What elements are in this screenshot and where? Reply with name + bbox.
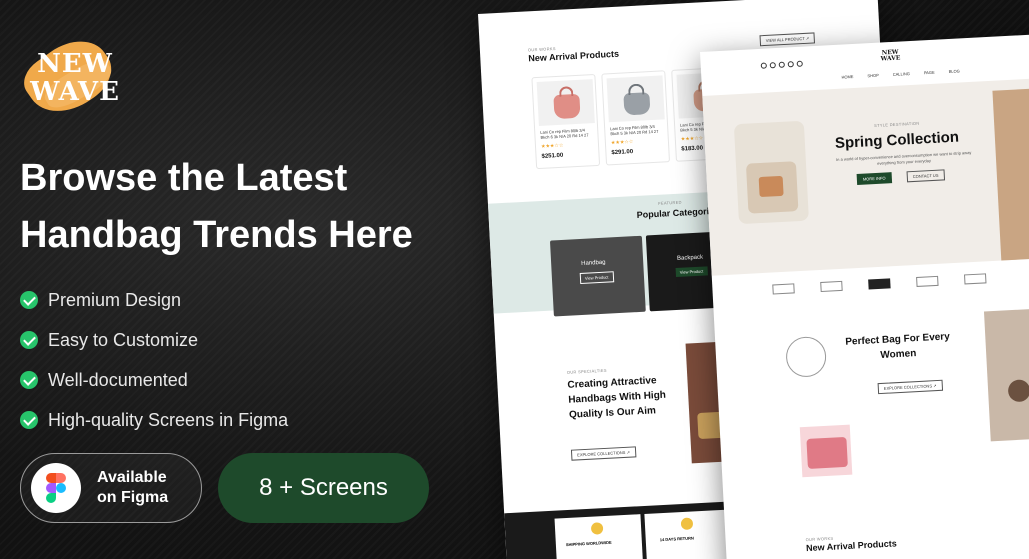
shipping-icon xyxy=(590,522,604,535)
natural-badge-icon xyxy=(785,335,828,378)
view-product-button[interactable]: View Product xyxy=(579,271,614,285)
social-icon[interactable] xyxy=(796,60,803,67)
category-card-handbag[interactable]: Handbag View Product xyxy=(549,235,646,317)
figma-logo-icon xyxy=(31,463,81,513)
product-image xyxy=(536,79,595,126)
hero-title: Spring Collection xyxy=(834,128,960,153)
feature-label: Easy to Customize xyxy=(48,329,199,350)
product-rating: ★★★☆☆ xyxy=(680,135,704,143)
feature-label: Well-documented xyxy=(48,369,188,390)
view-all-products-button[interactable]: VIEW ALL PRODUCT ↗ xyxy=(759,32,816,47)
figma-label-line-1: Available xyxy=(97,469,167,486)
product-rating: ★★★☆☆ xyxy=(540,142,564,150)
feature-item: Easy to Customize xyxy=(20,320,288,360)
feature-list: Premium Design Easy to Customize Well-do… xyxy=(20,280,288,440)
specialties-title: Creating Attractive Handbags With High Q… xyxy=(567,373,667,423)
brand-logo-icon xyxy=(916,275,939,287)
product-name: Lani Co rep Film 80lb 3/4 Bkch 5 3k N/A … xyxy=(610,123,659,137)
social-icon[interactable] xyxy=(787,61,794,68)
nav-item-home[interactable]: HOME xyxy=(841,74,853,80)
feature-item: Premium Design xyxy=(20,280,288,320)
return-icon xyxy=(680,517,694,531)
logo-line-1: NEW xyxy=(37,49,113,79)
product-image xyxy=(606,75,665,123)
explore-collections-button[interactable]: EXPLORE COLLECTIONS ↗ xyxy=(877,379,943,395)
pink-bag-image xyxy=(806,436,848,469)
feature-label: Premium Design xyxy=(48,289,182,310)
hero-bag-image xyxy=(733,120,809,225)
feature-box-return: 14 DAYS RETURN xyxy=(644,509,733,559)
screens-count-button[interactable]: 8 + Screens xyxy=(218,453,429,523)
grey-handbag-image xyxy=(623,92,651,116)
social-icon[interactable] xyxy=(769,62,776,69)
product-rating: ★★★☆☆ xyxy=(610,139,634,147)
category-name: Backpack xyxy=(676,254,704,262)
available-on-figma-button[interactable]: Available on Figma xyxy=(20,453,202,523)
contact-us-button[interactable]: CONTACT US xyxy=(906,169,945,183)
social-icon[interactable] xyxy=(778,61,785,68)
bag-handle xyxy=(558,86,574,97)
specialties-label: OUR SPECIALTIES xyxy=(566,367,607,375)
product-card[interactable]: Lani Co rep Film 80lb 3/4 Bkch 5 3k N/A … xyxy=(601,70,671,166)
pink-handbag-image xyxy=(553,93,581,120)
social-icons xyxy=(760,60,803,69)
mockup-nav: HOME SHOP CALLING PAGE BLOG xyxy=(841,68,960,79)
hero-label: STYLE DESTINATION xyxy=(873,120,920,128)
feature-box-label: 14 DAYS RETURN xyxy=(659,535,694,543)
brand-logo-icon xyxy=(820,280,843,293)
product-name: Lani Co rep Film 80lb 3/4 Bkch 6 3k N/A … xyxy=(540,127,589,140)
feature-item: Well-documented xyxy=(20,360,288,400)
product-card[interactable]: Lani Co rep Film 80lb 3/4 Bkch 6 3k N/A … xyxy=(531,73,601,170)
brand-logo-icon xyxy=(868,278,891,290)
logo-wordmark: NEW WAVE xyxy=(20,50,130,106)
mockup-logo-line-2: WAVE xyxy=(880,54,901,63)
hero-section: STYLE DESTINATION Spring Collection In a… xyxy=(702,77,1029,276)
brand-logo: NEW WAVE xyxy=(15,26,130,130)
hero-model-image xyxy=(992,88,1029,261)
figma-button-label: Available on Figma xyxy=(97,468,168,508)
mockup-logo: NEW WAVE xyxy=(880,49,901,63)
feature-box-shipping: SHIPPING WORLDWIDE xyxy=(554,514,644,559)
featured-label: FEATURED xyxy=(658,199,682,206)
figma-label-line-2: on Figma xyxy=(97,489,169,506)
mockup-home-page: NEW WAVE HOME SHOP CALLING PAGE BLOG STY… xyxy=(700,33,1029,559)
page-headline: Browse the Latest Handbag Trends Here xyxy=(20,150,460,264)
hero-text: In a world of hyper-convenience and over… xyxy=(835,149,972,166)
product-price: $251.00 xyxy=(541,152,564,160)
bag-handle xyxy=(627,83,645,96)
pink-bag-backdrop xyxy=(799,424,853,478)
view-product-button[interactable]: View Product xyxy=(675,266,708,277)
feature-label: High-quality Screens in Figma xyxy=(48,409,289,430)
product-price: $291.00 xyxy=(611,149,634,157)
headline-line-1: Browse the Latest xyxy=(20,157,348,199)
categories-title: Popular Categories xyxy=(636,205,720,220)
check-circle-icon xyxy=(20,331,38,349)
explore-collections-button[interactable]: EXPLORE COLLECTIONS ↗ xyxy=(570,446,637,461)
social-icon[interactable] xyxy=(760,62,767,69)
check-circle-icon xyxy=(20,371,38,389)
headline-line-2: Handbag Trends Here xyxy=(20,214,413,256)
nav-item-shop[interactable]: SHOP xyxy=(867,73,879,79)
nav-item-calling[interactable]: CALLING xyxy=(893,71,910,77)
feature-box-label: SHIPPING WORLDWIDE xyxy=(565,539,612,548)
check-circle-icon xyxy=(20,411,38,429)
brand-logo-icon xyxy=(772,283,795,295)
nav-item-blog[interactable]: BLOG xyxy=(949,68,960,74)
category-name: Handbag xyxy=(581,259,606,267)
round-bag-image xyxy=(1007,379,1029,403)
more-info-button[interactable]: MORE INFO xyxy=(856,172,892,185)
product-price: $183.00 xyxy=(681,145,704,153)
logo-line-2: WAVE xyxy=(30,77,120,107)
brand-logo-icon xyxy=(964,273,987,285)
nav-item-page[interactable]: PAGE xyxy=(924,70,935,76)
check-circle-icon xyxy=(20,291,38,309)
feature-item: High-quality Screens in Figma xyxy=(20,400,288,440)
brand-logos-row xyxy=(772,273,987,295)
perfect-bag-title: Perfect Bag For Every Women xyxy=(845,329,951,364)
hero-bag-pocket xyxy=(758,175,784,198)
model-portrait-image xyxy=(983,306,1029,442)
